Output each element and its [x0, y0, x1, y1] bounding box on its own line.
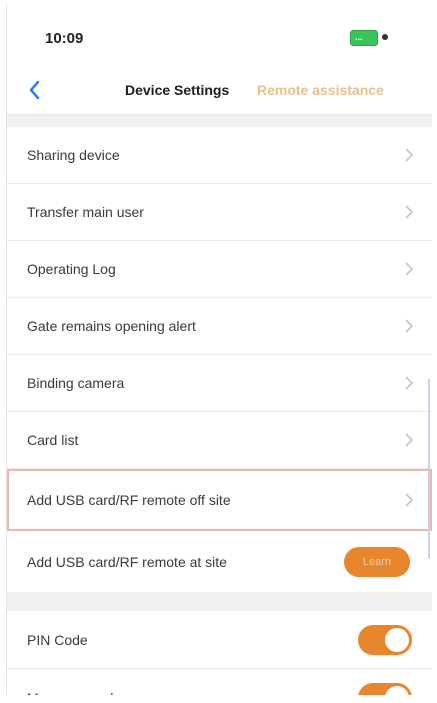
settings-row-add-usb-off-site[interactable]: Add USB card/RF remote off site	[7, 469, 432, 531]
settings-row-sharing-device[interactable]: Sharing device	[7, 127, 432, 184]
chevron-right-icon	[405, 148, 414, 162]
chevron-left-icon	[29, 80, 40, 100]
settings-row-card-list[interactable]: Card list	[7, 412, 432, 469]
message-push-toggle[interactable]	[358, 682, 412, 695]
nav-bar: Device Settings Remote assistance	[7, 68, 432, 115]
learn-button[interactable]: Learn	[344, 546, 410, 577]
toggle-knob	[385, 685, 409, 695]
row-label: Card list	[27, 432, 79, 448]
section-gap	[7, 593, 432, 611]
remote-assistance-button[interactable]: Remote assistance	[257, 82, 384, 98]
settings-row-gate-opening-alert[interactable]: Gate remains opening alert	[7, 298, 432, 355]
scrollbar[interactable]	[428, 379, 430, 559]
settings-row-pin-code: PIN Code	[7, 611, 432, 669]
row-label: Binding camera	[27, 375, 125, 391]
page-title: Device Settings	[125, 82, 230, 98]
chevron-right-icon	[405, 376, 414, 390]
battery-level: ...	[355, 32, 363, 42]
battery-icon: ...	[350, 30, 378, 46]
row-label: Transfer main user	[27, 204, 144, 220]
toggle-knob	[385, 627, 409, 652]
chevron-right-icon	[405, 492, 414, 507]
settings-row-operating-log[interactable]: Operating Log	[7, 241, 432, 298]
back-button[interactable]	[23, 77, 45, 103]
settings-row-binding-camera[interactable]: Binding camera	[7, 355, 432, 412]
row-label: Add USB card/RF remote at site	[27, 553, 227, 570]
settings-row-message-push: Message push	[7, 669, 432, 695]
row-label: Operating Log	[27, 261, 116, 277]
phone-screen: 10:09 ... Device Settings Remote assista…	[6, 4, 432, 695]
row-label: Gate remains opening alert	[27, 318, 196, 334]
status-bar: 10:09 ...	[7, 4, 432, 68]
settings-row-add-usb-at-site: Add USB card/RF remote at site Learn	[7, 531, 432, 593]
row-label: Sharing device	[27, 147, 120, 163]
settings-row-transfer-main-user[interactable]: Transfer main user	[7, 184, 432, 241]
pin-code-toggle[interactable]	[358, 624, 412, 655]
chevron-right-icon	[405, 319, 414, 333]
status-time: 10:09	[45, 30, 84, 47]
chevron-right-icon	[405, 205, 414, 219]
row-label: Message push	[27, 687, 277, 696]
chevron-right-icon	[405, 262, 414, 276]
row-label: PIN Code	[27, 631, 88, 648]
charging-icon	[382, 34, 388, 40]
section-gap	[7, 115, 432, 127]
row-label: Add USB card/RF remote off site	[27, 491, 231, 508]
chevron-right-icon	[405, 433, 414, 447]
